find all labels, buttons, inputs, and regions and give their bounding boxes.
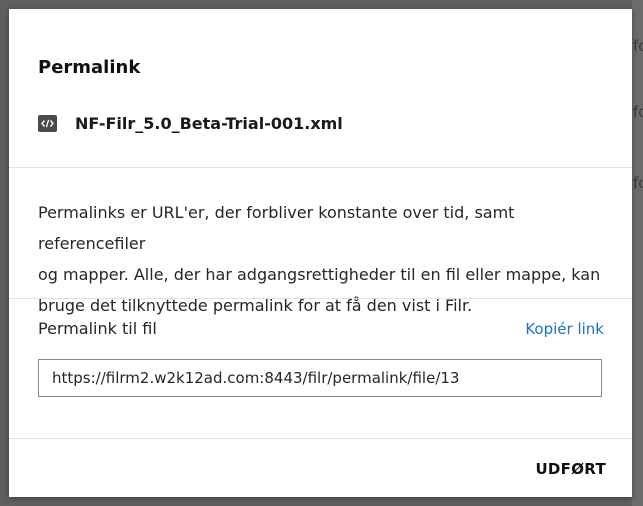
dialog-title: Permalink: [38, 57, 141, 78]
done-button[interactable]: UDFØRT: [535, 460, 606, 478]
file-info: NF-Filr_5.0_Beta-Trial-001.xml: [38, 112, 343, 134]
background-text: fo: [633, 37, 643, 55]
description-line: Permalinks er URL'er, der forbliver kons…: [38, 203, 515, 253]
permalink-url-field[interactable]: [38, 359, 602, 397]
permalink-label: Permalink til fil: [38, 319, 157, 338]
divider: [9, 438, 632, 439]
description-line: og mapper. Alle, der har adgangsrettighe…: [38, 265, 601, 284]
permalink-description: Permalinks er URL'er, der forbliver kons…: [38, 197, 613, 321]
divider: [9, 167, 632, 168]
code-file-icon: [38, 114, 57, 132]
background-page: [632, 0, 643, 506]
background-text: fo: [633, 174, 643, 192]
divider: [9, 298, 632, 299]
permalink-dialog: Permalink NF-Filr_5.0_Beta-Trial-001.xml…: [9, 9, 632, 497]
file-name: NF-Filr_5.0_Beta-Trial-001.xml: [75, 113, 343, 133]
copy-link-button[interactable]: Kopiér link: [525, 320, 604, 338]
background-text: fo: [633, 103, 643, 121]
description-line: bruge det tilknyttede permalink for at f…: [38, 296, 473, 315]
